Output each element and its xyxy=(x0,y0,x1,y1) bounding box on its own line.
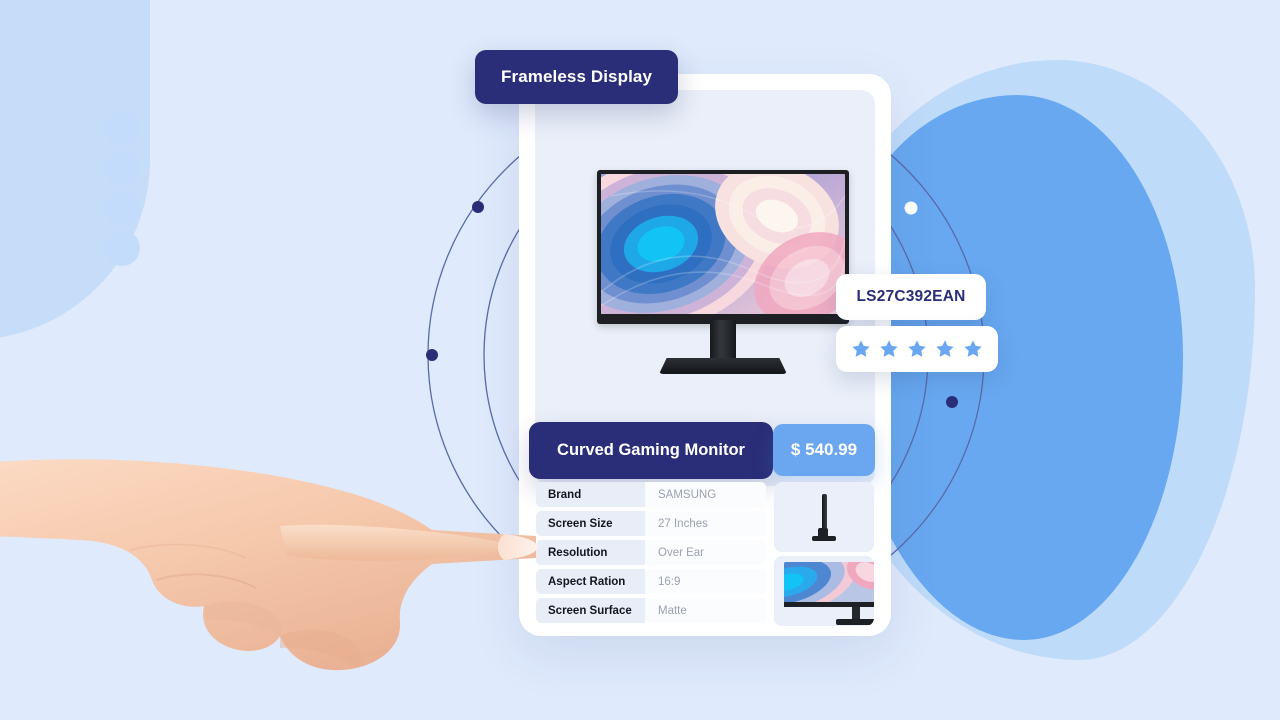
table-row: Brand SAMSUNG xyxy=(536,482,766,507)
monitor-screen xyxy=(601,174,845,314)
monitor-illustration xyxy=(597,170,849,376)
feature-badge: Frameless Display xyxy=(475,50,679,104)
spec-value: SAMSUNG xyxy=(645,482,766,507)
thumb-chin xyxy=(784,602,874,607)
star-icon xyxy=(964,340,982,357)
pointing-hand-image xyxy=(0,459,538,671)
thumbnail-list xyxy=(774,482,874,630)
product-price: $ 540.99 xyxy=(790,440,858,459)
spec-label: Screen Surface xyxy=(536,598,645,623)
table-row: Resolution Over Ear xyxy=(536,540,766,565)
thumb-base xyxy=(812,536,836,541)
rating-badge xyxy=(836,326,998,372)
model-code-badge: LS27C392EAN xyxy=(836,274,986,320)
spec-value: Matte xyxy=(645,598,766,623)
product-price-badge: $ 540.99 xyxy=(773,424,875,476)
table-row: Aspect Ration 16:9 xyxy=(536,569,766,594)
thumb-screen xyxy=(784,562,874,602)
spec-label: Brand xyxy=(536,482,645,507)
monitor-stand-base xyxy=(659,358,787,374)
table-row: Screen Size 27 Inches xyxy=(536,511,766,536)
monitor-angled-view-thumbnail[interactable] xyxy=(774,556,874,626)
monitor-bezel xyxy=(597,170,849,324)
scene: Curved Gaming Monitor $ 540.99 Brand SAM… xyxy=(0,0,1280,720)
feature-badge-label: Frameless Display xyxy=(501,67,653,86)
star-icon xyxy=(880,340,898,357)
spec-value: 16:9 xyxy=(645,569,766,594)
spec-label: Aspect Ration xyxy=(536,569,645,594)
star-icon xyxy=(852,340,870,357)
product-title-bar: Curved Gaming Monitor xyxy=(529,422,773,479)
thumb-base xyxy=(836,619,874,625)
specification-table: Brand SAMSUNG Screen Size 27 Inches Reso… xyxy=(536,482,766,627)
star-icon xyxy=(936,340,954,357)
spec-value: Over Ear xyxy=(645,540,766,565)
product-title: Curved Gaming Monitor xyxy=(557,441,745,459)
model-code-text: LS27C392EAN xyxy=(856,288,966,305)
table-row: Screen Surface Matte xyxy=(536,598,766,623)
monitor-stand-neck xyxy=(710,320,736,364)
monitor-side-profile-thumbnail[interactable] xyxy=(774,482,874,552)
spec-label: Screen Size xyxy=(536,511,645,536)
spec-label: Resolution xyxy=(536,540,645,565)
spec-value: 27 Inches xyxy=(645,511,766,536)
star-icon xyxy=(908,340,926,357)
